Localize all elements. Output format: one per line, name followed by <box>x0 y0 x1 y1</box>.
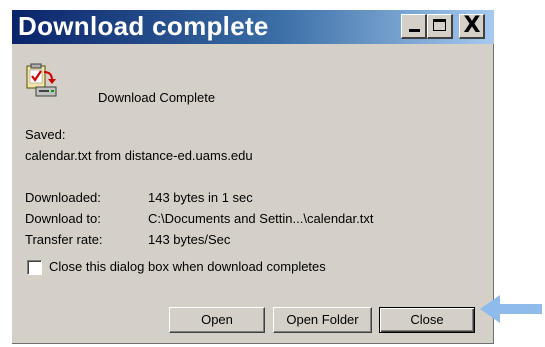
close-icon: X <box>463 13 481 38</box>
close-button[interactable]: Close <box>379 307 475 333</box>
minimize-icon <box>409 29 420 32</box>
downloaded-value: 143 bytes in 1 sec <box>148 190 253 205</box>
download-to-label: Download to: <box>25 211 101 226</box>
open-folder-button[interactable]: Open Folder <box>273 307 372 333</box>
status-message: Download Complete <box>98 90 216 105</box>
maximize-button[interactable] <box>427 14 453 39</box>
download-complete-icon <box>26 63 57 97</box>
close-when-complete-label[interactable]: Close this dialog box when download comp… <box>49 259 326 274</box>
title-bar[interactable]: Download complete X <box>12 10 494 44</box>
pointer-arrow-icon <box>480 295 542 323</box>
download-complete-dialog: Download complete X Download Complete Sa… <box>12 10 494 344</box>
downloaded-label: Downloaded: <box>25 190 101 205</box>
title-close-button[interactable]: X <box>459 13 485 39</box>
download-to-value: C:\Documents and Settin...\calendar.txt <box>148 211 374 226</box>
saved-label: Saved: <box>25 127 66 142</box>
maximize-icon <box>433 19 446 31</box>
transfer-rate-label: Transfer rate: <box>25 232 103 247</box>
open-button[interactable]: Open <box>169 307 265 333</box>
minimize-button[interactable] <box>401 14 427 39</box>
window-title: Download complete <box>18 11 269 41</box>
saved-value: calendar.txt from distance-ed.uams.edu <box>25 148 253 163</box>
transfer-rate-value: 143 bytes/Sec <box>148 232 231 247</box>
close-when-complete-checkbox[interactable] <box>27 260 42 275</box>
